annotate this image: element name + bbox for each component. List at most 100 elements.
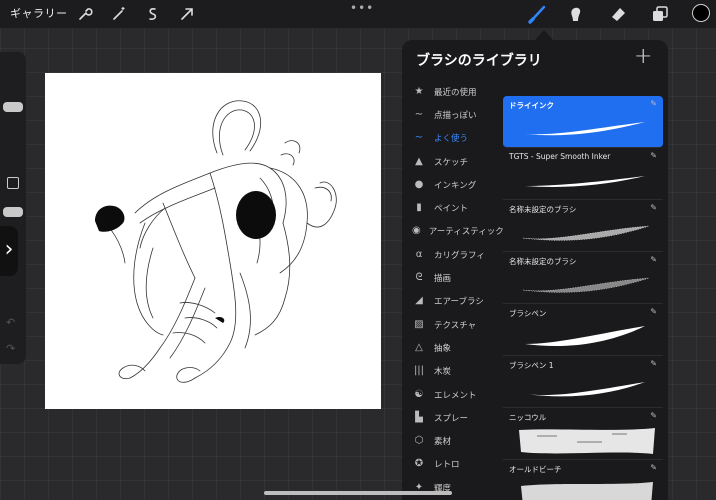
- modify-button[interactable]: [7, 177, 19, 189]
- brush-name: ニッコウル: [509, 413, 547, 422]
- category-item[interactable]: ☯ エレメント: [402, 383, 502, 406]
- brush-name: オールドビーチ: [509, 465, 562, 474]
- panel-pointer: [535, 30, 553, 40]
- category-item[interactable]: ᘓ 描画: [402, 266, 502, 289]
- brush-item[interactable]: 名称未設定のブラシ ✎: [503, 200, 663, 252]
- star-icon: ★: [414, 85, 424, 97]
- color-picker-button[interactable]: [692, 4, 710, 22]
- magic-wand-icon[interactable]: [110, 5, 128, 23]
- opacity-slider-handle[interactable]: [3, 207, 23, 217]
- cube-icon: ⬡: [414, 435, 424, 447]
- stroke-icon: ∼: [414, 108, 424, 120]
- category-item[interactable]: ✪ レトロ: [402, 453, 502, 476]
- category-label: 素材: [434, 437, 452, 448]
- airbrush-icon: ◢: [415, 295, 423, 307]
- category-item[interactable]: △ 抽象: [402, 336, 502, 359]
- brush-name: ブラシペン 1: [509, 361, 554, 370]
- brush-stroke-preview: [522, 225, 650, 241]
- spray-can-icon: ▙: [415, 411, 423, 423]
- category-label: スケッチ: [434, 157, 469, 168]
- charcoal-icon: |||: [413, 365, 425, 377]
- category-label: カリグラフィ: [434, 250, 485, 261]
- calligraphy-icon: α: [415, 248, 423, 260]
- yin-yang-icon: ☯: [414, 388, 424, 400]
- pencil-edit-icon[interactable]: ✎: [650, 359, 657, 368]
- brush-name: 名称未設定のブラシ: [509, 205, 577, 214]
- category-item[interactable]: ◢ エアーブラシ: [402, 290, 502, 313]
- brush-category-list: ★ 最近の使用 ∼ 点描っぽい ∼ よく使う ▲ スケッチ ● インキング ▮ ペイント ◉…: [402, 80, 504, 499]
- paint-brush-icon: ▮: [416, 202, 422, 214]
- category-label: エアーブラシ: [434, 297, 484, 308]
- pencil-edit-icon[interactable]: ✎: [650, 99, 657, 108]
- stroke-icon: ∼: [414, 132, 424, 144]
- brush-item[interactable]: オールドビーチ ✎: [503, 460, 663, 500]
- category-item[interactable]: ✦ 輝度: [402, 476, 502, 499]
- transform-arrow-icon[interactable]: [178, 5, 196, 23]
- brush-item[interactable]: ブラシペン 1 ✎: [503, 356, 663, 408]
- triangle-icon: △: [415, 341, 423, 353]
- pencil-edit-icon[interactable]: ✎: [650, 255, 657, 264]
- category-item[interactable]: ● インキング: [402, 173, 502, 196]
- category-item[interactable]: ▲ スケッチ: [402, 150, 502, 173]
- wrench-icon[interactable]: [76, 5, 94, 23]
- brush-item[interactable]: TGTS - Super Smooth Inker ✎: [503, 148, 663, 200]
- undo-icon[interactable]: ↶: [6, 316, 15, 329]
- brush-stroke-preview: [525, 382, 645, 397]
- top-toolbar: ギャラリー •••: [0, 0, 716, 28]
- category-label: スプレー: [434, 413, 469, 424]
- sketch-artwork: [95, 100, 337, 383]
- category-item[interactable]: ▨ テクスチャ: [402, 313, 502, 336]
- category-item-active[interactable]: ∼ よく使う: [402, 127, 502, 150]
- category-label: テクスチャ: [434, 320, 477, 331]
- selection-icon[interactable]: [144, 5, 162, 23]
- brush-name: TGTS - Super Smooth Inker: [509, 152, 611, 161]
- smudge-icon[interactable]: [566, 4, 586, 24]
- brush-item[interactable]: 名称未設定のブラシ ✎: [503, 252, 663, 304]
- left-sidebar: ↶ ↷: [0, 52, 26, 364]
- category-label: 木炭: [434, 367, 452, 378]
- brush-stroke-preview: [525, 122, 645, 136]
- category-item[interactable]: ⬡ 素材: [402, 429, 502, 452]
- pencil-edit-icon[interactable]: ✎: [650, 411, 657, 420]
- category-item[interactable]: ◉ アーティスティック: [402, 220, 504, 243]
- loop-stroke-icon: ᘓ: [415, 272, 423, 284]
- home-indicator: [264, 491, 452, 495]
- category-label: インキング: [434, 180, 477, 191]
- panel-title: ブラシのライブラリ: [416, 53, 542, 69]
- redo-icon[interactable]: ↷: [6, 342, 15, 355]
- category-label: ペイント: [434, 204, 469, 215]
- category-item[interactable]: ▮ ペイント: [402, 196, 502, 219]
- category-item[interactable]: ||| 木炭: [402, 360, 502, 383]
- category-label: 最近の使用: [434, 87, 477, 98]
- category-label: 描画: [434, 274, 452, 285]
- brush-name: ブラシペン: [509, 309, 547, 318]
- category-label: 点描っぽい: [434, 110, 477, 121]
- sidebar-toggle-chevron-icon[interactable]: ›: [0, 226, 18, 276]
- category-item[interactable]: α カリグラフィ: [402, 243, 502, 266]
- pencil-edit-icon[interactable]: ✎: [650, 151, 657, 160]
- pencil-edit-icon[interactable]: ✎: [650, 307, 657, 316]
- category-item[interactable]: ▙ スプレー: [402, 406, 502, 429]
- category-label: アーティスティック: [428, 227, 504, 238]
- pencil-icon: ▲: [415, 155, 423, 167]
- brush-stroke-preview: [521, 482, 653, 500]
- brush-item[interactable]: ニッコウル ✎: [503, 408, 663, 460]
- category-item[interactable]: ★ 最近の使用: [402, 80, 502, 103]
- add-brush-button[interactable]: +: [634, 44, 652, 69]
- brush-item-selected[interactable]: ドライインク ✎: [503, 96, 663, 148]
- brush-stroke-preview: [519, 428, 655, 454]
- brush-icon[interactable]: [528, 4, 548, 24]
- category-item[interactable]: ∼ 点描っぽい: [402, 103, 502, 126]
- more-options-handle[interactable]: •••: [350, 1, 374, 15]
- brush-stroke-preview: [525, 176, 645, 187]
- brush-item[interactable]: ブラシペン ✎: [503, 304, 663, 356]
- pencil-edit-icon[interactable]: ✎: [650, 463, 657, 472]
- brush-size-slider-handle[interactable]: [3, 102, 23, 112]
- ink-drop-icon: ●: [414, 178, 424, 190]
- gallery-button[interactable]: ギャラリー: [10, 5, 68, 21]
- drawing-canvas[interactable]: [45, 73, 381, 409]
- texture-icon: ▨: [414, 318, 424, 330]
- eraser-icon[interactable]: [608, 4, 628, 24]
- layers-icon[interactable]: [650, 4, 670, 24]
- pencil-edit-icon[interactable]: ✎: [650, 203, 657, 212]
